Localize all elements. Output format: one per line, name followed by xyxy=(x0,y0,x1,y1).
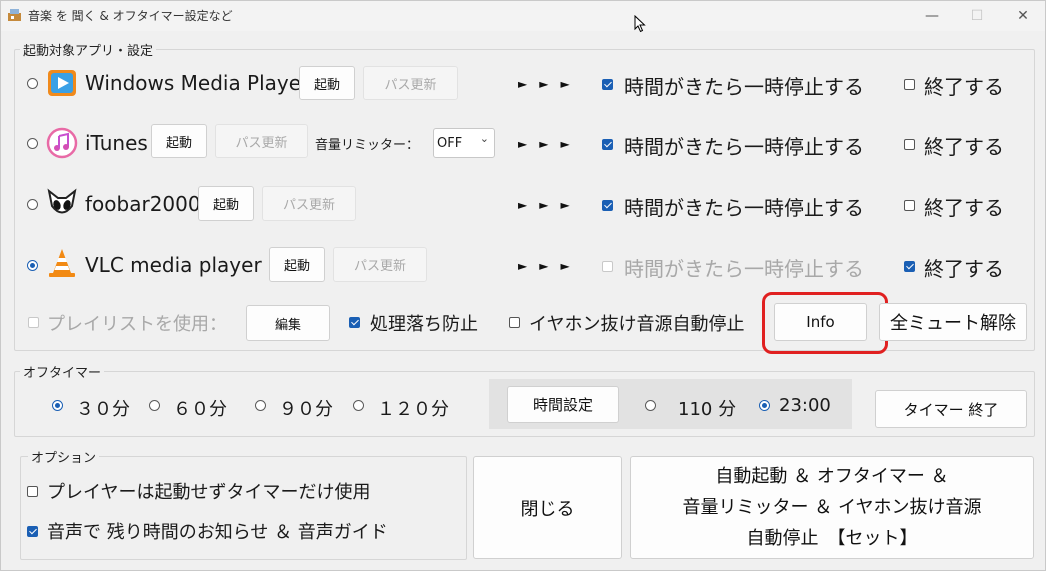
app-name-wmp: Windows Media Player xyxy=(85,71,310,95)
timer-label-30: ３０分 xyxy=(76,399,130,420)
quit-label-foobar: 終了する xyxy=(924,196,1004,220)
prevent-drop-label: 処理落ち防止 xyxy=(370,314,478,335)
clock-time-label: 23:00 xyxy=(779,395,831,416)
timer-label-90: ９０分 xyxy=(279,399,333,420)
custom-minutes-label: 110 分 xyxy=(678,399,737,420)
app-name-vlc: VLC media player xyxy=(85,253,262,277)
start-button-foobar[interactable]: 起動 xyxy=(198,186,254,221)
app-name-foobar: foobar2000 xyxy=(85,192,201,216)
chevron-down-icon: ⌄ xyxy=(479,132,489,145)
arrows-vlc: ►►► xyxy=(518,259,582,273)
unmute-all-button[interactable]: 全ミュート解除 xyxy=(879,303,1027,341)
close-window-button[interactable]: ✕ xyxy=(1008,5,1038,27)
window-title: 音楽 を 聞く & オフタイマー設定など xyxy=(28,9,233,23)
quit-label-vlc: 終了する xyxy=(924,257,1004,281)
start-button-wmp[interactable]: 起動 xyxy=(299,66,355,100)
off-timer-legend: オフタイマー xyxy=(20,362,105,381)
pause-checkbox-vlc[interactable] xyxy=(602,261,613,272)
close-button[interactable]: 閉じる xyxy=(473,456,622,559)
volume-limiter-value: OFF xyxy=(437,135,463,151)
timer-radio-30[interactable] xyxy=(52,400,63,411)
set-button-line-1: 自動起動 ＆ オフタイマー ＆ xyxy=(715,466,949,487)
arrows-wmp: ►►► xyxy=(518,77,582,91)
foobar2000-icon xyxy=(47,188,77,214)
timer-label-60: ６０分 xyxy=(173,399,227,420)
options-group xyxy=(20,456,467,560)
quit-checkbox-itunes[interactable] xyxy=(904,139,915,150)
quit-checkbox-vlc[interactable] xyxy=(904,261,915,272)
earphone-stop-label: イヤホン抜け音源自動停止 xyxy=(529,314,745,335)
title-bar: 音楽 を 聞く & オフタイマー設定など — ☐ ✕ xyxy=(1,1,1045,31)
timer-radio-90[interactable] xyxy=(255,400,266,411)
timer-end-button[interactable]: タイマー 終了 xyxy=(875,390,1027,428)
timer-radio-60[interactable] xyxy=(149,400,160,411)
path-update-button-vlc[interactable]: パス更新 xyxy=(333,247,427,282)
clock-time-radio[interactable] xyxy=(759,400,770,411)
quit-label-wmp: 終了する xyxy=(924,75,1004,99)
earphone-stop-checkbox[interactable] xyxy=(509,317,520,328)
start-button-vlc[interactable]: 起動 xyxy=(269,247,325,282)
set-button-line-3: 自動停止 【セット】 xyxy=(746,528,918,549)
timer-only-checkbox[interactable] xyxy=(27,486,38,497)
radio-wmp[interactable] xyxy=(27,78,38,89)
pause-checkbox-itunes[interactable] xyxy=(602,139,613,150)
quit-checkbox-wmp[interactable] xyxy=(904,79,915,90)
info-highlight-annotation xyxy=(762,292,888,354)
voice-notice-label: 音声で 残り時間のお知らせ ＆ 音声ガイド xyxy=(47,522,388,543)
app-window: 音楽 を 聞く & オフタイマー設定など — ☐ ✕ 起動対象アプリ・設定 Wi… xyxy=(0,0,1046,571)
volume-limiter-select[interactable]: OFF ⌄ xyxy=(433,128,495,158)
set-time-button[interactable]: 時間設定 xyxy=(507,386,619,423)
path-update-button-wmp[interactable]: パス更新 xyxy=(363,66,458,100)
windows-media-player-icon xyxy=(48,70,76,96)
radio-vlc[interactable] xyxy=(27,260,38,271)
options-legend: オプション xyxy=(28,447,100,466)
arrows-foobar: ►►► xyxy=(518,198,582,212)
volume-limiter-label: 音量リミッター： xyxy=(315,138,420,153)
maximize-button[interactable]: ☐ xyxy=(962,5,992,27)
path-update-button-foobar[interactable]: パス更新 xyxy=(262,186,356,221)
arrows-itunes: ►►► xyxy=(518,137,582,151)
itunes-icon xyxy=(46,127,78,159)
start-button-itunes[interactable]: 起動 xyxy=(151,124,207,158)
radio-foobar[interactable] xyxy=(27,199,38,210)
timer-radio-120[interactable] xyxy=(353,400,364,411)
set-button-line-2: 音量リミッター ＆ イヤホン抜け音源 xyxy=(682,497,982,518)
app-icon xyxy=(8,9,21,21)
edit-playlist-button[interactable]: 編集 xyxy=(246,305,330,341)
app-name-itunes: iTunes xyxy=(85,131,148,155)
custom-minutes-radio[interactable] xyxy=(645,400,656,411)
timer-only-label: プレイヤーは起動せずタイマーだけ使用 xyxy=(47,482,371,503)
vlc-cone-icon xyxy=(49,249,75,277)
pause-label-itunes: 時間がきたら一時停止する xyxy=(624,135,864,159)
pause-label-wmp: 時間がきたら一時停止する xyxy=(624,75,864,99)
minimize-button[interactable]: — xyxy=(917,5,947,27)
pause-label-foobar: 時間がきたら一時停止する xyxy=(624,196,864,220)
pause-label-vlc: 時間がきたら一時停止する xyxy=(624,257,864,281)
quit-label-itunes: 終了する xyxy=(924,135,1004,159)
path-update-button-itunes[interactable]: パス更新 xyxy=(215,124,308,158)
auto-start-set-button[interactable]: 自動起動 ＆ オフタイマー ＆ 音量リミッター ＆ イヤホン抜け音源 自動停止 … xyxy=(630,456,1034,559)
playlist-label: プレイリストを使用： xyxy=(47,314,227,335)
voice-notice-checkbox[interactable] xyxy=(27,526,38,537)
pause-checkbox-foobar[interactable] xyxy=(602,200,613,211)
mouse-cursor-icon xyxy=(634,15,646,33)
quit-checkbox-foobar[interactable] xyxy=(904,200,915,211)
pause-checkbox-wmp[interactable] xyxy=(602,79,613,90)
apps-group-legend: 起動対象アプリ・設定 xyxy=(20,40,157,59)
prevent-drop-checkbox[interactable] xyxy=(349,317,360,328)
playlist-checkbox[interactable] xyxy=(28,317,39,328)
timer-label-120: １２０分 xyxy=(377,399,449,420)
radio-itunes[interactable] xyxy=(27,138,38,149)
